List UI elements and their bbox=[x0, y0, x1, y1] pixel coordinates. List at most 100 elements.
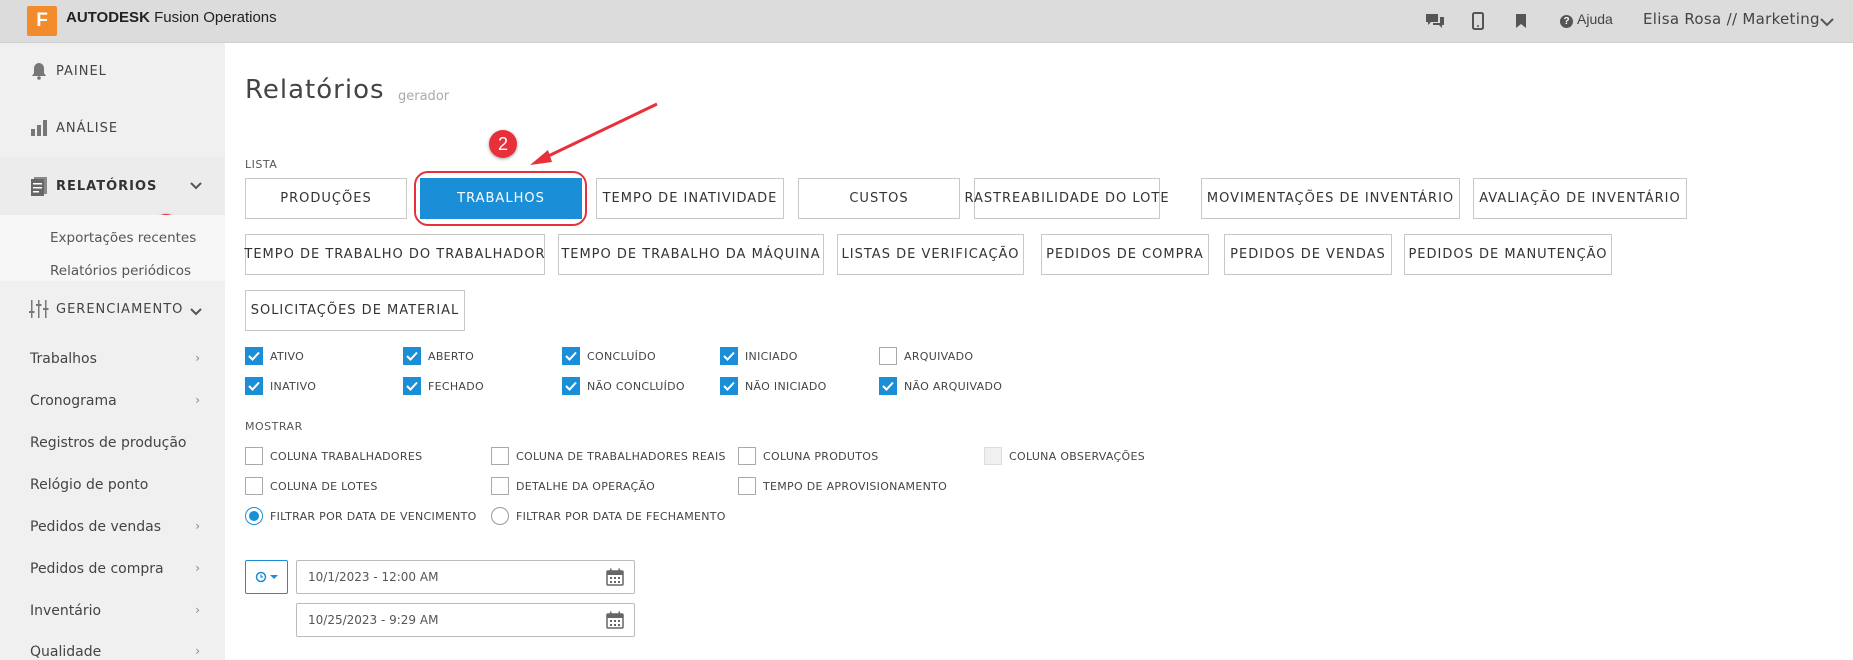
checkbox-checked-icon[interactable] bbox=[720, 347, 738, 365]
help-icon: ? bbox=[1560, 15, 1573, 28]
filter-aberto[interactable]: ABERTO bbox=[403, 347, 474, 365]
report-type-pedidos-manutencao[interactable]: PEDIDOS DE MANUTENÇÃO bbox=[1404, 234, 1612, 275]
date-preset-button[interactable] bbox=[245, 560, 288, 594]
show-tempo-aprovisionamento[interactable]: TEMPO DE APROVISIONAMENTO bbox=[738, 477, 947, 495]
chat-icon[interactable] bbox=[1422, 8, 1448, 34]
chevron-right-icon: › bbox=[195, 351, 200, 365]
show-coluna-lotes[interactable]: COLUNA DE LOTES bbox=[245, 477, 378, 495]
filter-nao-concluido[interactable]: NÃO CONCLUÍDO bbox=[562, 377, 685, 395]
annotation-highlight bbox=[414, 171, 587, 226]
report-type-movimentacoes[interactable]: MOVIMENTAÇÕES DE INVENTÁRIO bbox=[1201, 178, 1460, 219]
sidebar-subitem-periodicos[interactable]: Relatórios periódicos bbox=[50, 263, 191, 279]
sidebar-item-trabalhos[interactable]: Trabalhos › bbox=[30, 351, 200, 367]
show-coluna-observacoes: COLUNA OBSERVAÇÕES bbox=[984, 447, 1145, 465]
filter-concluido[interactable]: CONCLUÍDO bbox=[562, 347, 656, 365]
sidebar-item-registros[interactable]: Registros de produção bbox=[30, 435, 200, 451]
radio-data-fechamento[interactable]: FILTRAR POR DATA DE FECHAMENTO bbox=[491, 507, 726, 525]
chevron-down-icon[interactable] bbox=[190, 305, 202, 320]
filter-label: NÃO INICIADO bbox=[745, 379, 827, 393]
bookmark-icon[interactable] bbox=[1508, 8, 1534, 34]
report-type-tempo-maquina[interactable]: TEMPO DE TRABALHO DA MÁQUINA bbox=[558, 234, 824, 275]
checkbox-unchecked-icon[interactable] bbox=[738, 477, 756, 495]
option-label: COLUNA DE TRABALHADORES REAIS bbox=[516, 449, 726, 463]
calendar-icon[interactable] bbox=[606, 568, 624, 590]
sidebar-item-label: PAINEL bbox=[56, 63, 107, 79]
radio-data-vencimento[interactable]: FILTRAR POR DATA DE VENCIMENTO bbox=[245, 507, 477, 525]
report-type-pedidos-vendas[interactable]: PEDIDOS DE VENDAS bbox=[1224, 234, 1392, 275]
checkbox-checked-icon[interactable] bbox=[562, 377, 580, 395]
report-type-listas-verificacao[interactable]: LISTAS DE VERIFICAÇÃO bbox=[837, 234, 1024, 275]
sidebar-item-pedidos-vendas[interactable]: Pedidos de vendas › bbox=[30, 519, 200, 535]
brand-autodesk: AUTODESK bbox=[66, 9, 150, 26]
sidebar-item-analise[interactable]: ANÁLISE bbox=[0, 100, 225, 156]
checkbox-checked-icon[interactable] bbox=[245, 347, 263, 365]
sidebar-item-label: Cronograma bbox=[30, 393, 117, 409]
mobile-icon[interactable] bbox=[1465, 8, 1491, 34]
filter-arquivado[interactable]: ARQUIVADO bbox=[879, 347, 973, 365]
report-type-avaliacao[interactable]: AVALIAÇÃO DE INVENTÁRIO bbox=[1473, 178, 1687, 219]
checkbox-unchecked-icon[interactable] bbox=[491, 477, 509, 495]
sidebar-item-cronograma[interactable]: Cronograma › bbox=[30, 393, 200, 409]
report-type-solicitacoes[interactable]: SOLICITAÇÕES DE MATERIAL bbox=[245, 290, 465, 331]
chevron-right-icon: › bbox=[195, 603, 200, 617]
chevron-right-icon: › bbox=[195, 644, 200, 658]
filter-nao-iniciado[interactable]: NÃO INICIADO bbox=[720, 377, 827, 395]
checkbox-unchecked-icon[interactable] bbox=[879, 347, 897, 365]
radio-unselected-icon[interactable] bbox=[491, 507, 509, 525]
sidebar-subitem-exportacoes[interactable]: Exportações recentes bbox=[50, 230, 196, 246]
checkbox-checked-icon[interactable] bbox=[720, 377, 738, 395]
filter-label: CONCLUÍDO bbox=[587, 349, 656, 363]
report-type-producoes[interactable]: PRODUÇÕES bbox=[245, 178, 407, 219]
checkbox-unchecked-icon[interactable] bbox=[245, 447, 263, 465]
filter-nao-arquivado[interactable]: NÃO ARQUIVADO bbox=[879, 377, 1002, 395]
user-menu[interactable]: Elisa Rosa // Marketing bbox=[1643, 10, 1820, 28]
fusion-logo[interactable]: F bbox=[27, 6, 57, 36]
sidebar-item-qualidade[interactable]: Qualidade › bbox=[30, 644, 200, 660]
caret-down-icon bbox=[270, 575, 278, 579]
checkbox-checked-icon[interactable] bbox=[245, 377, 263, 395]
checkbox-checked-icon[interactable] bbox=[562, 347, 580, 365]
report-type-tempo-trabalhador[interactable]: TEMPO DE TRABALHO DO TRABALHADOR bbox=[244, 234, 545, 275]
filter-fechado[interactable]: FECHADO bbox=[403, 377, 484, 395]
sidebar-item-gerenciamento[interactable]: GERENCIAMENTO bbox=[0, 281, 225, 337]
filter-inativo[interactable]: INATIVO bbox=[245, 377, 316, 395]
show-coluna-trabalhadores-reais[interactable]: COLUNA DE TRABALHADORES REAIS bbox=[491, 447, 726, 465]
show-coluna-produtos[interactable]: COLUNA PRODUTOS bbox=[738, 447, 879, 465]
report-type-pedidos-compra[interactable]: PEDIDOS DE COMPRA bbox=[1041, 234, 1209, 275]
checkbox-unchecked-icon[interactable] bbox=[245, 477, 263, 495]
calendar-icon[interactable] bbox=[606, 611, 624, 633]
sidebar-item-label: Pedidos de vendas bbox=[30, 519, 162, 535]
sidebar-item-label: Relógio de ponto bbox=[30, 477, 149, 493]
option-label: COLUNA OBSERVAÇÕES bbox=[1009, 449, 1146, 463]
chevron-down-icon[interactable] bbox=[1820, 12, 1834, 31]
chevron-down-icon[interactable] bbox=[190, 179, 202, 194]
checkbox-unchecked-icon[interactable] bbox=[738, 447, 756, 465]
option-label: DETALHE DA OPERAÇÃO bbox=[516, 479, 656, 493]
annotation-arrow bbox=[530, 102, 658, 165]
report-type-tempo-inatividade[interactable]: TEMPO DE INATIVIDADE bbox=[596, 178, 784, 219]
chevron-right-icon: › bbox=[195, 561, 200, 575]
report-type-custos[interactable]: CUSTOS bbox=[798, 178, 960, 219]
checkbox-unchecked-icon[interactable] bbox=[491, 447, 509, 465]
filter-iniciado[interactable]: INICIADO bbox=[720, 347, 798, 365]
checkbox-checked-icon[interactable] bbox=[403, 347, 421, 365]
filter-ativo[interactable]: ATIVO bbox=[245, 347, 304, 365]
filter-label: ABERTO bbox=[428, 349, 475, 363]
sidebar-item-relatorios[interactable]: RELATÓRIOS bbox=[0, 157, 225, 215]
checkbox-checked-icon[interactable] bbox=[403, 377, 421, 395]
checkbox-checked-icon[interactable] bbox=[879, 377, 897, 395]
end-date-field[interactable]: 10/25/2023 - 9:29 AM bbox=[296, 603, 635, 637]
sidebar-item-relogio[interactable]: Relógio de ponto bbox=[30, 477, 200, 493]
help-link[interactable]: ? Ajuda bbox=[1560, 11, 1613, 28]
sidebar-item-pedidos-compra[interactable]: Pedidos de compra › bbox=[30, 561, 200, 577]
report-type-rastreabilidade[interactable]: RASTREABILIDADE DO LOTE bbox=[964, 178, 1169, 219]
sidebar-item-painel[interactable]: PAINEL bbox=[0, 43, 225, 99]
sidebar-item-inventario[interactable]: Inventário › bbox=[30, 603, 200, 619]
report-icon bbox=[28, 176, 50, 196]
show-coluna-trabalhadores[interactable]: COLUNA TRABALHADORES bbox=[245, 447, 422, 465]
option-label: COLUNA TRABALHADORES bbox=[270, 449, 423, 463]
radio-selected-icon[interactable] bbox=[245, 507, 263, 525]
start-date-field[interactable]: 10/1/2023 - 12:00 AM bbox=[296, 560, 635, 594]
show-detalhe-operacao[interactable]: DETALHE DA OPERAÇÃO bbox=[491, 477, 655, 495]
chevron-right-icon: › bbox=[195, 519, 200, 533]
